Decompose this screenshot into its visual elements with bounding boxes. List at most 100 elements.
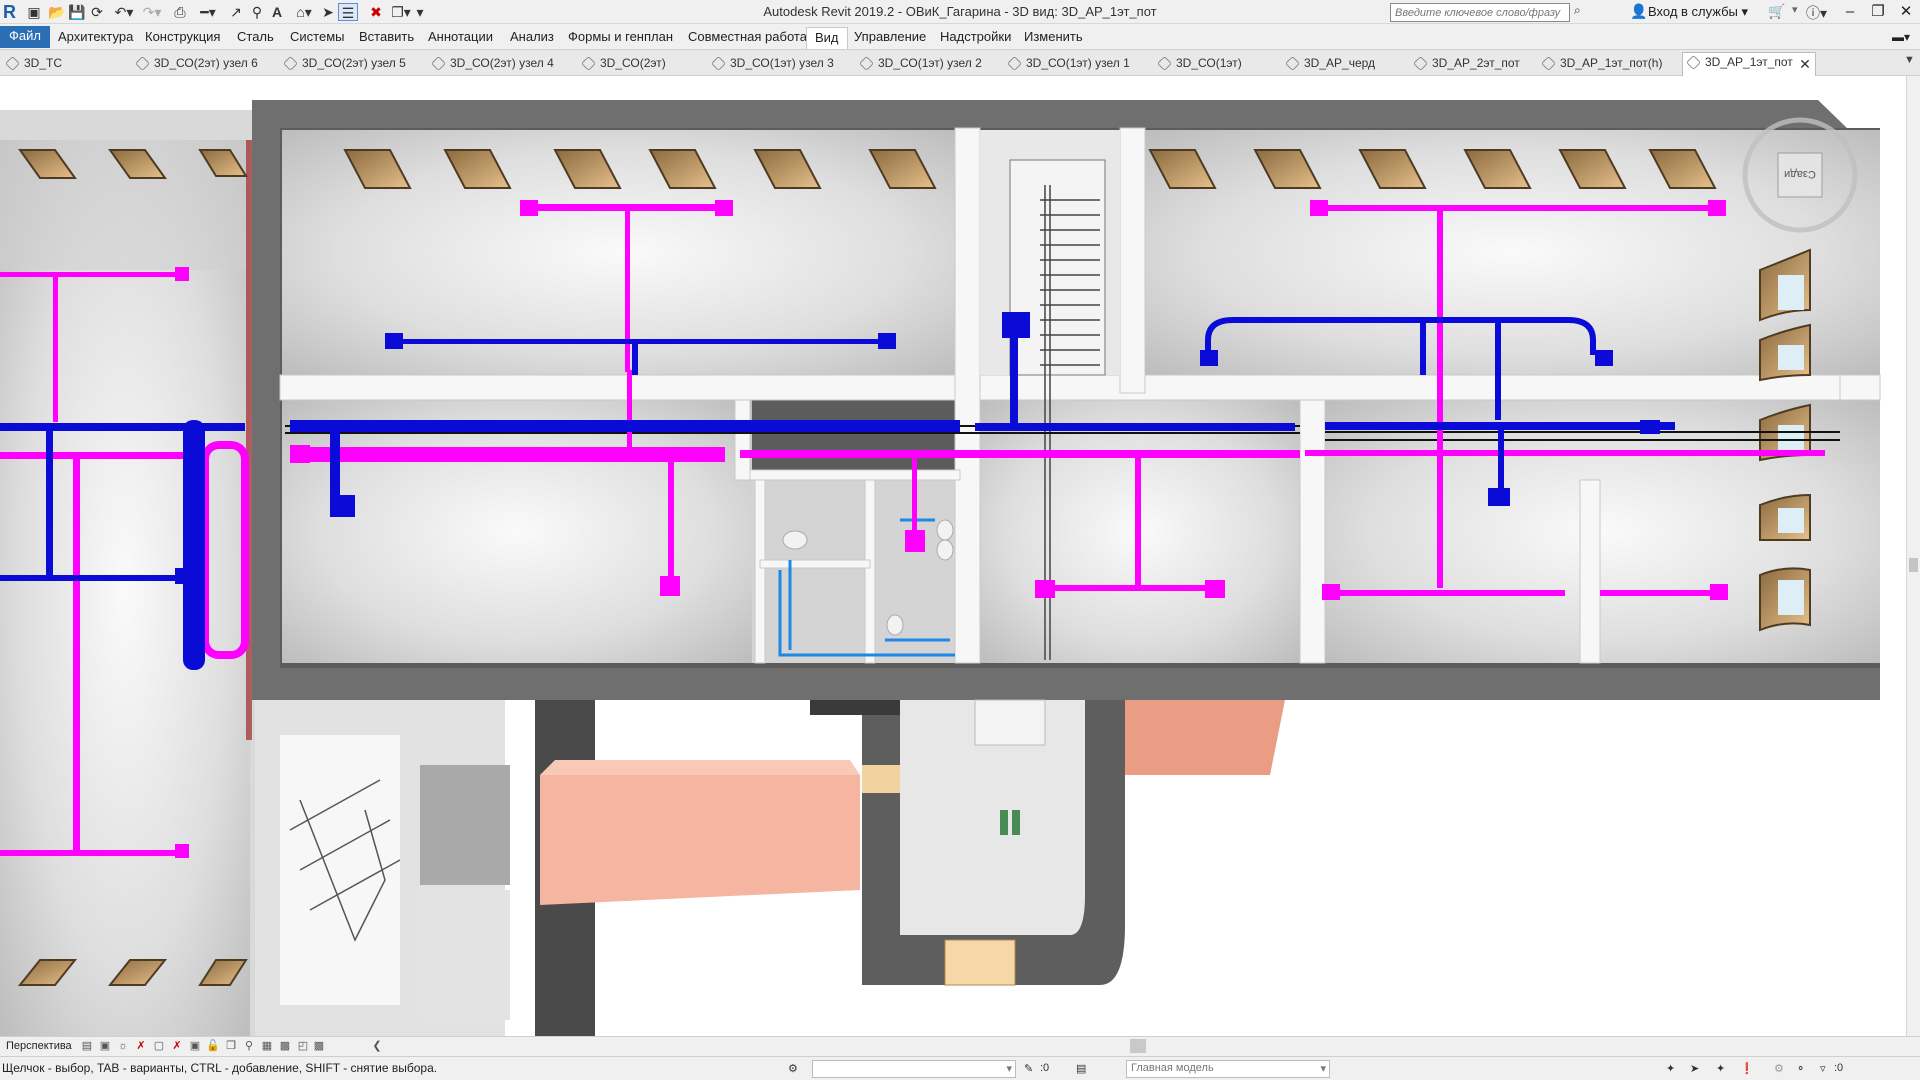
view-tab-3d-so-1-uzel-3[interactable]: 3D_СО(1эт) узел 3 bbox=[708, 54, 834, 75]
filter-icon[interactable]: ▿ bbox=[1820, 1062, 1826, 1075]
tab-view[interactable]: Вид bbox=[806, 27, 848, 49]
3d-view-icon bbox=[1541, 56, 1556, 71]
rendering-icon[interactable]: ▢ bbox=[152, 1040, 166, 1053]
drag-elements-icon[interactable]: ⚬ bbox=[1796, 1062, 1805, 1075]
analytical-model-icon[interactable]: ▩ bbox=[278, 1040, 292, 1053]
3d-view-icon bbox=[135, 56, 150, 71]
unlock-view-icon[interactable]: 🔓 bbox=[206, 1040, 220, 1053]
3d-view-icon bbox=[1157, 56, 1172, 71]
status-hint: Щелчок - выбор, TAB - варианты, CTRL - д… bbox=[2, 1061, 438, 1075]
worksharing-display-icon[interactable]: ▦ bbox=[260, 1040, 274, 1053]
chevron-down-icon: ▾ bbox=[1320, 1063, 1326, 1075]
3d-viewport[interactable]: Сзади bbox=[0, 76, 1906, 1036]
view-tab-3d-ar-1-pot-h[interactable]: 3D_АР_1эт_пот(h) bbox=[1538, 54, 1662, 75]
restore-button[interactable]: ❐ bbox=[1864, 1, 1892, 23]
close-window-button[interactable]: ✕ bbox=[1892, 1, 1920, 23]
horizontal-scrollbar[interactable] bbox=[380, 1038, 1900, 1054]
workset-dropdown[interactable]: ▾ bbox=[812, 1060, 1016, 1078]
search-icon[interactable]: ⌕ bbox=[1574, 3, 1581, 18]
view-tab-label: 3D_ТС bbox=[24, 56, 63, 70]
tab-insert[interactable]: Вставить bbox=[351, 27, 422, 49]
tab-analyze[interactable]: Анализ bbox=[502, 27, 562, 49]
temp-hide-icon[interactable]: ❒ bbox=[224, 1040, 238, 1053]
show-crop-region-icon[interactable]: ▣ bbox=[188, 1040, 202, 1053]
worksets-icon[interactable]: ⚙ bbox=[788, 1062, 798, 1075]
view-tab-3d-so-2-uzel-6[interactable]: 3D_СО(2эт) узел 6 bbox=[132, 54, 258, 75]
select-by-face-icon[interactable]: ❗ bbox=[1740, 1062, 1754, 1075]
scrollbar-thumb[interactable] bbox=[1909, 558, 1918, 572]
ribbon-minimize-icon[interactable]: ▬▾ bbox=[1884, 27, 1918, 49]
view-tab-3d-so-1[interactable]: 3D_СО(1эт) bbox=[1154, 54, 1242, 75]
title-bar: R ▣ 📂 💾 ⟳ ↶▾ ↷▾ ⎙ ━▾ ↗ ⚲ A ⌂▾ ➤ ☰ ✖ ❐▾ ▾… bbox=[0, 0, 1920, 24]
3d-view-icon bbox=[283, 56, 298, 71]
tab-annotate[interactable]: Аннотации bbox=[420, 27, 501, 49]
view-tab-label: 3D_АР_1эт_пот(h) bbox=[1560, 56, 1663, 70]
signin-button[interactable]: Вход в службы ▾ bbox=[1648, 4, 1748, 20]
upper-building-block bbox=[252, 100, 1881, 700]
tab-massing-site[interactable]: Формы и генплан bbox=[560, 27, 681, 49]
scrollbar-thumb[interactable] bbox=[1130, 1039, 1146, 1053]
visual-style-icon[interactable]: ▣ bbox=[98, 1040, 112, 1053]
tab-modify[interactable]: Изменить bbox=[1016, 27, 1091, 49]
vertical-scrollbar[interactable] bbox=[1906, 76, 1920, 1036]
search-input[interactable] bbox=[1390, 3, 1570, 22]
tab-file[interactable]: Файл bbox=[0, 26, 50, 48]
building-3d-model[interactable]: Сзади bbox=[0, 76, 1906, 1036]
3d-view-icon bbox=[1413, 56, 1428, 71]
view-tab-3d-so-2-uzel-5[interactable]: 3D_СО(2эт) узел 5 bbox=[280, 54, 406, 75]
view-tab-3d-ar-1-pot[interactable]: 3D_АР_1эт_пот ✕ bbox=[1682, 52, 1816, 76]
reveal-constraints-icon[interactable]: ◰ bbox=[296, 1040, 310, 1053]
user-icon[interactable]: 👤 bbox=[1630, 3, 1647, 20]
view-tab-3d-so-2[interactable]: 3D_СО(2эт) bbox=[578, 54, 666, 75]
help-icon[interactable]: ⓘ▾ bbox=[1806, 3, 1827, 23]
select-pinned-icon[interactable]: ✦ bbox=[1716, 1062, 1725, 1075]
select-underlay-icon[interactable]: ➤ bbox=[1690, 1062, 1699, 1075]
view-tab-3d-ar-2-pot[interactable]: 3D_АР_2эт_пот bbox=[1410, 54, 1520, 75]
view-tab-3d-ts[interactable]: 3D_ТС bbox=[2, 54, 62, 75]
cart-icon[interactable]: 🛒 bbox=[1768, 3, 1785, 20]
tab-structure[interactable]: Конструкция bbox=[137, 27, 228, 49]
design-option-dropdown[interactable]: Главная модель ▾ bbox=[1126, 1060, 1330, 1078]
tab-addins[interactable]: Надстройки bbox=[932, 27, 1019, 49]
tab-manage[interactable]: Управление bbox=[846, 27, 934, 49]
close-tab-icon[interactable]: ✕ bbox=[1799, 55, 1811, 74]
view-tab-label: 3D_СО(2эт) bbox=[600, 56, 666, 70]
editable-only-icon[interactable]: ✎ bbox=[1024, 1062, 1033, 1075]
view-tab-3d-so-1-uzel-1[interactable]: 3D_СО(1эт) узел 1 bbox=[1004, 54, 1130, 75]
crop-view-icon[interactable]: ✗ bbox=[170, 1040, 184, 1053]
view-tab-label: 3D_АР_черд bbox=[1304, 56, 1376, 70]
select-links-icon[interactable]: ✦ bbox=[1666, 1062, 1675, 1075]
tab-architecture[interactable]: Архитектура bbox=[50, 27, 141, 49]
filter-count: :0 bbox=[1834, 1062, 1844, 1074]
background-processes-icon[interactable]: ⚙ bbox=[1774, 1062, 1784, 1075]
cart-dropdown-icon[interactable]: ▾ bbox=[1792, 3, 1798, 16]
sun-path-icon[interactable]: ☼ bbox=[116, 1040, 130, 1053]
tabs-menu-icon[interactable]: ▼ bbox=[1904, 54, 1915, 66]
design-option-value: Главная модель bbox=[1131, 1062, 1214, 1074]
3d-view-icon bbox=[1007, 56, 1022, 71]
view-tab-3d-so-2-uzel-4[interactable]: 3D_СО(2эт) узел 4 bbox=[428, 54, 554, 75]
view-tab-label: 3D_СО(2эт) узел 5 bbox=[302, 56, 406, 70]
view-tab-label: 3D_СО(2эт) узел 6 bbox=[154, 56, 258, 70]
hidden-elements-icon[interactable]: ▩ bbox=[312, 1040, 326, 1053]
view-tab-3d-so-1-uzel-2[interactable]: 3D_СО(1эт) узел 2 bbox=[856, 54, 982, 75]
view-tab-label: 3D_СО(1эт) bbox=[1176, 56, 1242, 70]
reveal-hidden-icon[interactable]: ⚲ bbox=[242, 1040, 256, 1053]
tab-steel[interactable]: Сталь bbox=[229, 27, 282, 49]
view-tab-3d-ar-cherd[interactable]: 3D_АР_черд bbox=[1282, 54, 1375, 75]
detail-level-icon[interactable]: ▤ bbox=[80, 1040, 94, 1053]
signin-label: Вход в службы bbox=[1648, 4, 1738, 19]
3d-view-icon bbox=[711, 56, 726, 71]
3d-view-icon bbox=[431, 56, 446, 71]
view-tab-label: 3D_СО(1эт) узел 1 bbox=[1026, 56, 1130, 70]
view-tab-label: 3D_СО(1эт) узел 2 bbox=[878, 56, 982, 70]
design-options-icon[interactable]: ▤ bbox=[1076, 1062, 1086, 1075]
chevron-down-icon: ▾ bbox=[1006, 1063, 1012, 1075]
shadows-icon[interactable]: ✗ bbox=[134, 1040, 148, 1053]
viewcube-face-label: Сзади bbox=[1784, 168, 1816, 180]
lower-annex bbox=[255, 699, 1285, 1036]
tab-collaborate[interactable]: Совместная работа bbox=[680, 27, 815, 49]
view-type-label: Перспектива bbox=[6, 1040, 72, 1052]
minimize-button[interactable]: – bbox=[1836, 1, 1864, 23]
tab-systems[interactable]: Системы bbox=[282, 27, 352, 49]
